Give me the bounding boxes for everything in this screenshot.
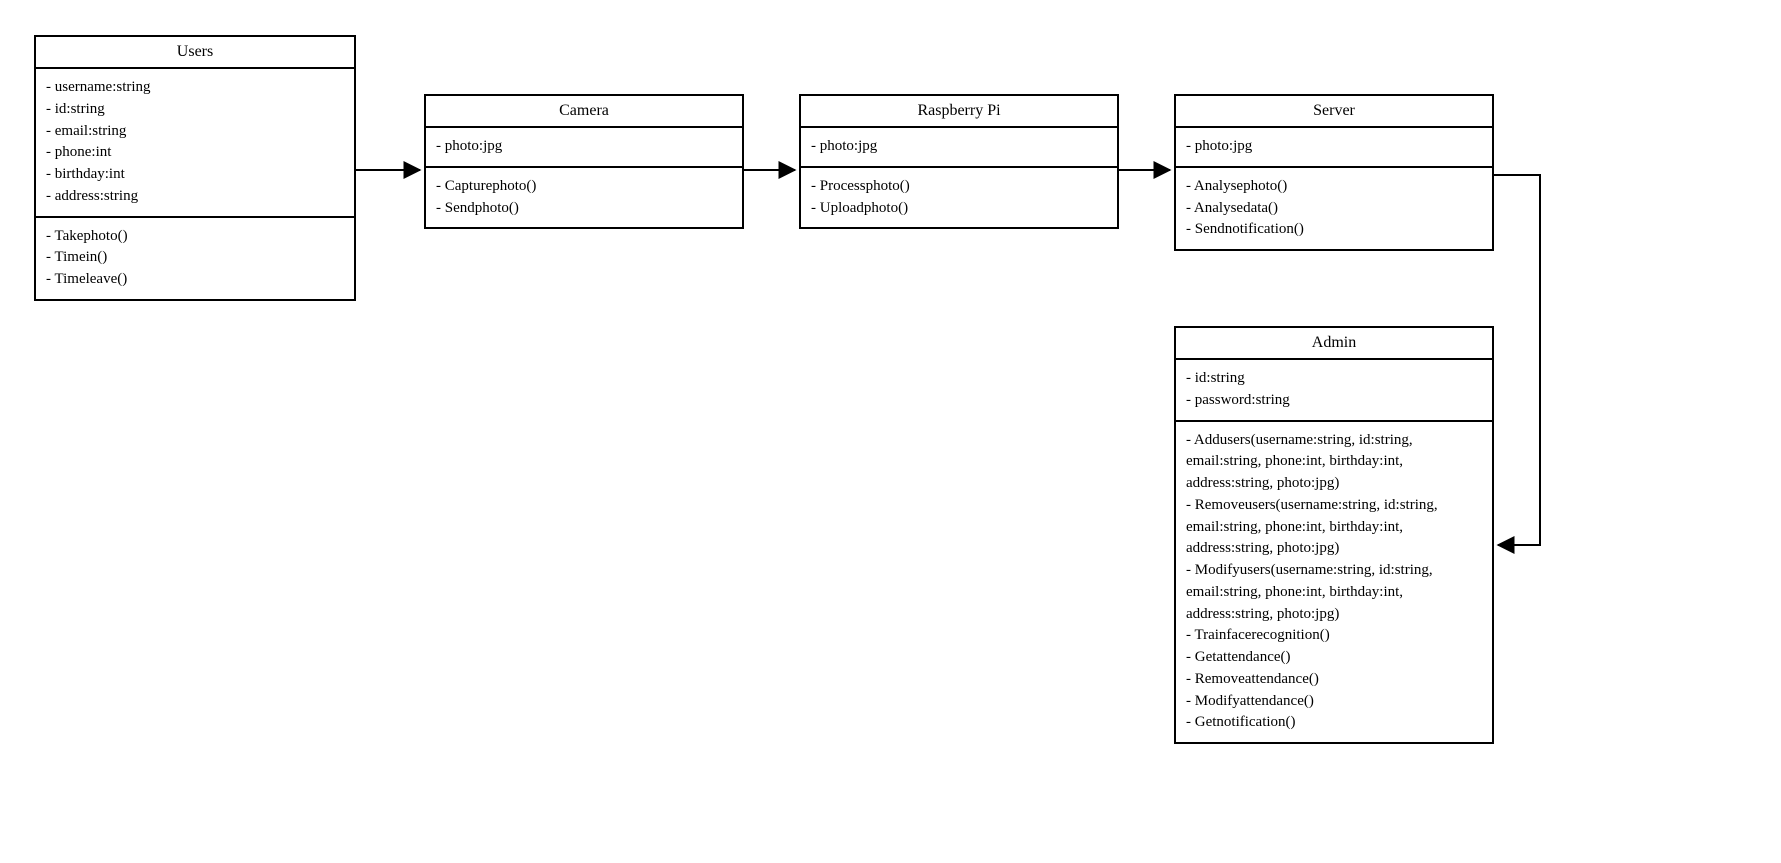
class-users: Users - username:string - id:string - em…	[34, 35, 356, 301]
attr: - photo:jpg	[1186, 136, 1482, 158]
class-admin: Admin - id:string - password:string - Ad…	[1174, 326, 1494, 744]
attr: - photo:jpg	[436, 136, 732, 158]
class-server-methods: - Analysephoto() - Analysedata() - Sendn…	[1176, 168, 1492, 249]
class-admin-methods: - Addusers(username:string, id:string, e…	[1176, 422, 1492, 743]
class-admin-attributes: - id:string - password:string	[1176, 360, 1492, 422]
method: - Getattendance()	[1186, 647, 1482, 669]
method: - Removeattendance()	[1186, 669, 1482, 691]
method: - Trainfacerecognition()	[1186, 625, 1482, 647]
attr: - birthday:int	[46, 164, 344, 186]
class-raspberry-attributes: - photo:jpg	[801, 128, 1117, 168]
method: - Getnotification()	[1186, 712, 1482, 734]
attr: - address:string	[46, 186, 344, 208]
attr: - id:string	[1186, 368, 1482, 390]
method: - Removeusers(username:string, id:string…	[1186, 495, 1482, 560]
method: - Modifyattendance()	[1186, 691, 1482, 713]
class-raspberry-methods: - Processphoto() - Uploadphoto()	[801, 168, 1117, 228]
class-server-title: Server	[1176, 96, 1492, 128]
diagram-canvas: Users - username:string - id:string - em…	[0, 0, 1781, 863]
method: - Sendnotification()	[1186, 219, 1482, 241]
class-admin-title: Admin	[1176, 328, 1492, 360]
arrow-server-admin	[1494, 175, 1540, 545]
class-server: Server - photo:jpg - Analysephoto() - An…	[1174, 94, 1494, 251]
class-users-methods: - Takephoto() - Timein() - Timeleave()	[36, 218, 354, 299]
class-users-attributes: - username:string - id:string - email:st…	[36, 69, 354, 218]
class-camera-title: Camera	[426, 96, 742, 128]
class-camera-attributes: - photo:jpg	[426, 128, 742, 168]
method: - Analysedata()	[1186, 198, 1482, 220]
method: - Processphoto()	[811, 176, 1107, 198]
attr: - email:string	[46, 121, 344, 143]
class-raspberry-title: Raspberry Pi	[801, 96, 1117, 128]
attr: - phone:int	[46, 142, 344, 164]
method: - Sendphoto()	[436, 198, 732, 220]
method: - Timeleave()	[46, 269, 344, 291]
method: - Addusers(username:string, id:string, e…	[1186, 430, 1482, 495]
method: - Uploadphoto()	[811, 198, 1107, 220]
class-server-attributes: - photo:jpg	[1176, 128, 1492, 168]
attr: - id:string	[46, 99, 344, 121]
class-camera: Camera - photo:jpg - Capturephoto() - Se…	[424, 94, 744, 229]
method: - Takephoto()	[46, 226, 344, 248]
attr: - username:string	[46, 77, 344, 99]
method: - Timein()	[46, 247, 344, 269]
attr: - photo:jpg	[811, 136, 1107, 158]
class-raspberry: Raspberry Pi - photo:jpg - Processphoto(…	[799, 94, 1119, 229]
class-users-title: Users	[36, 37, 354, 69]
method: - Modifyusers(username:string, id:string…	[1186, 560, 1482, 625]
attr: - password:string	[1186, 390, 1482, 412]
method: - Analysephoto()	[1186, 176, 1482, 198]
method: - Capturephoto()	[436, 176, 732, 198]
class-camera-methods: - Capturephoto() - Sendphoto()	[426, 168, 742, 228]
